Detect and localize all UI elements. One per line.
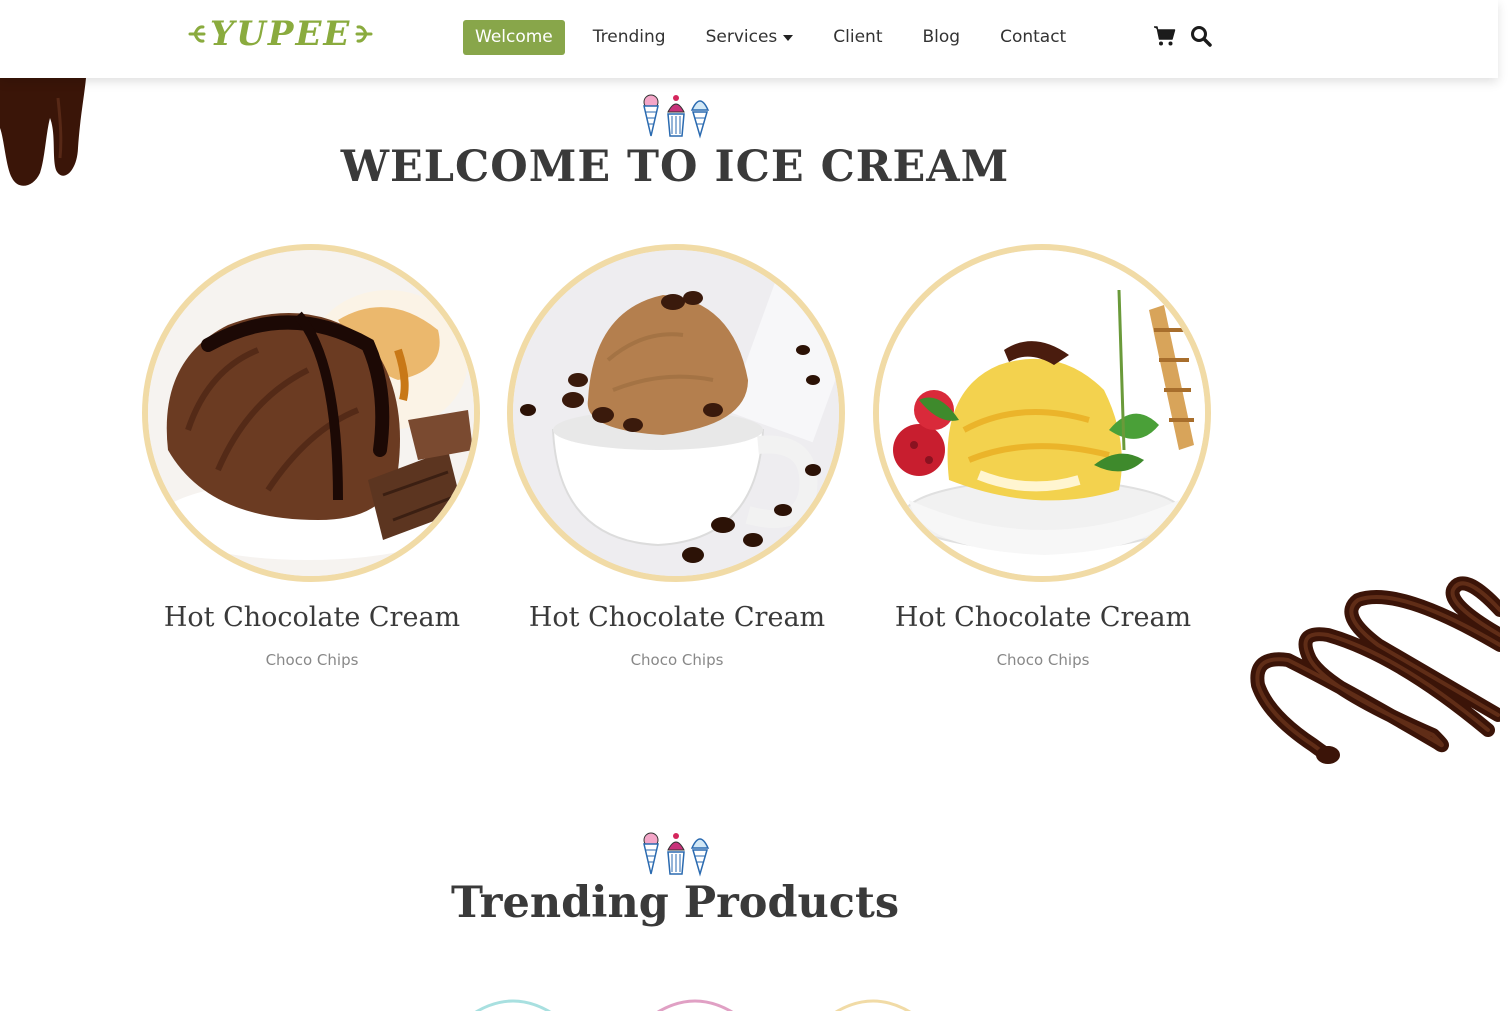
site-header: YUPEE Welcome Trending Services Client B… [0,0,1498,78]
leaf-left-icon [188,25,206,43]
nav-blog-label: Blog [922,27,961,47]
product-image-mango-bowl [873,244,1211,582]
product-title: Hot Chocolate Cream [528,602,826,633]
logo-text: YUPEE [210,14,352,54]
product-subtitle: Choco Chips [265,651,359,669]
trending-item-ring [834,999,912,1011]
nav-blog[interactable]: Blog [911,20,973,55]
search-icon[interactable] [1189,24,1213,48]
header-icons [1153,24,1213,48]
product-card[interactable]: Hot Chocolate Cream Choco Chips [507,244,847,669]
nav-contact[interactable]: Contact [988,20,1078,55]
welcome-title: WELCOME TO ICE CREAM [340,142,1010,192]
product-title: Hot Chocolate Cream [894,602,1192,633]
trending-item-ring [474,999,552,1011]
leaf-right-icon [355,25,373,43]
product-image-coffee-cup [507,244,845,582]
nav-client-label: Client [833,27,883,47]
logo[interactable]: YUPEE [188,12,373,56]
main-nav: Welcome Trending Services Client Blog Co… [463,20,1094,55]
nav-welcome[interactable]: Welcome [463,20,565,55]
product-subtitle: Choco Chips [630,651,724,669]
product-image-chocolate-scoop [142,244,480,582]
nav-client[interactable]: Client [821,20,894,55]
trending-title: Trending Products [450,878,900,928]
product-card[interactable]: Hot Chocolate Cream Choco Chips [873,244,1213,669]
cart-icon[interactable] [1153,24,1177,48]
nav-trending[interactable]: Trending [581,20,678,55]
product-subtitle: Choco Chips [996,651,1090,669]
chocolate-drizzle-decoration [1250,576,1500,764]
nav-trending-label: Trending [592,27,666,47]
product-card[interactable]: Hot Chocolate Cream Choco Chips [142,244,482,669]
ice-cream-trio-icon [643,832,710,877]
trending-item-ring [656,999,734,1011]
caret-down-icon [783,34,794,41]
nav-welcome-label: Welcome [475,27,553,47]
nav-services[interactable]: Services [694,20,806,55]
ice-cream-trio-icon [643,94,710,139]
nav-contact-label: Contact [1000,27,1067,47]
chocolate-drip-decoration [0,78,86,186]
product-title: Hot Chocolate Cream [163,602,461,633]
nav-services-label: Services [705,27,778,47]
